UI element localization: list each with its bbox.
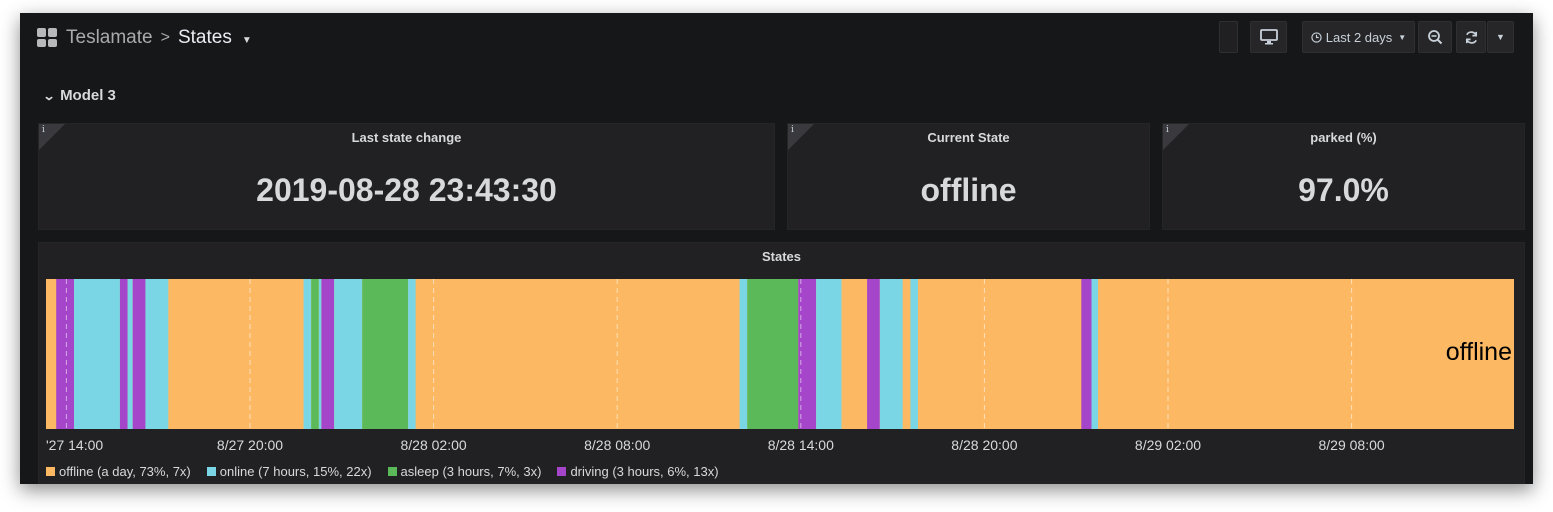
stat-value: 2019-08-28 23:43:30 (256, 172, 557, 208)
chart-legend: offline (a day, 73%, 7x) online (7 hours,… (46, 464, 719, 479)
panel-title[interactable]: States (39, 249, 1524, 264)
legend-label: online (7 hours, 15%, 22x) (219, 464, 372, 479)
state-segment-driving[interactable] (867, 279, 880, 429)
x-tick-label: 8/28 08:00 (584, 437, 651, 453)
legend-swatch (206, 467, 216, 476)
tv-mode-button[interactable] (1250, 21, 1287, 53)
state-segment-offline[interactable] (46, 279, 57, 429)
legend-item[interactable]: asleep (3 hours, 7%, 3x) (387, 464, 542, 479)
state-segment-online[interactable] (879, 279, 903, 429)
dashboard-title[interactable]: States (178, 27, 232, 49)
state-segment-online[interactable] (408, 279, 416, 429)
breadcrumb: Teslamate > States ▼ (66, 27, 252, 49)
state-segment-offline[interactable] (918, 279, 1082, 429)
panel-last-state-change: i Last state change 2019-08-28 23:43:30 (38, 123, 775, 230)
dashboard-window: Teslamate > States ▼ Last 2 days ▼ ▼ ⌄ M… (20, 13, 1533, 484)
state-segment-driving[interactable] (119, 279, 128, 429)
x-tick-label: 8/29 08:00 (1318, 437, 1385, 453)
legend-swatch (557, 467, 567, 476)
x-tick-label: '27 14:00 (46, 437, 104, 453)
breadcrumb-separator: > (160, 29, 170, 46)
legend-item[interactable]: online (7 hours, 15%, 22x) (206, 464, 372, 479)
state-segment-online[interactable] (739, 279, 748, 429)
state-segment-online[interactable] (1091, 279, 1099, 429)
state-segment-online[interactable] (334, 279, 363, 429)
caret-down-icon: ▼ (1398, 32, 1407, 42)
panel-title[interactable]: Last state change (39, 130, 774, 145)
state-segment-online[interactable] (816, 279, 842, 429)
chevron-down-icon: ▼ (1496, 32, 1505, 42)
monitor-icon (1259, 29, 1278, 45)
x-tick-label: 8/29 02:00 (1134, 437, 1202, 453)
x-axis: '27 14:00 8/27 20:00 8/28 02:00 8/28 08:00 8… (46, 437, 1514, 455)
legend-label: asleep (3 hours, 7%, 3x) (400, 464, 542, 479)
toolbar-spacer-button[interactable] (1219, 21, 1238, 53)
time-range-label: Last 2 days (1325, 29, 1393, 45)
legend-item[interactable]: driving (3 hours, 6%, 13x) (557, 464, 719, 479)
panel-title[interactable]: Current State (788, 130, 1149, 145)
panel-title[interactable]: parked (%) (1163, 130, 1524, 145)
x-tick-label: 8/28 20:00 (951, 437, 1018, 453)
breadcrumb-parent[interactable]: Teslamate (66, 27, 153, 49)
state-segment-asleep[interactable] (747, 279, 799, 429)
state-segment-online[interactable] (127, 279, 133, 429)
time-range-picker[interactable]: Last 2 days ▼ (1302, 21, 1415, 53)
refresh-button[interactable] (1456, 21, 1486, 53)
state-segment-driving[interactable] (132, 279, 146, 429)
state-segment-offline[interactable] (902, 279, 911, 429)
state-segment-driving[interactable] (1081, 279, 1092, 429)
state-segment-online[interactable] (910, 279, 919, 429)
state-segment-asleep[interactable] (362, 279, 409, 429)
dashboards-grid-icon[interactable] (37, 28, 57, 47)
state-segment-asleep[interactable] (311, 279, 319, 429)
zoom-out-button[interactable] (1418, 21, 1452, 53)
current-state-label: offline (1445, 338, 1512, 366)
top-navbar: Teslamate > States ▼ Last 2 days ▼ ▼ (20, 13, 1533, 65)
chevron-down-icon: ⌄ (42, 88, 56, 103)
state-segment-online[interactable] (303, 279, 312, 429)
row-header[interactable]: ⌄ Model 3 (42, 87, 116, 104)
state-segment-offline[interactable] (415, 279, 740, 429)
timeline-svg (46, 279, 1514, 429)
panel-parked-percent: i parked (%) 97.0% (1162, 123, 1525, 230)
state-segment-driving[interactable] (56, 279, 75, 429)
legend-swatch (46, 467, 55, 476)
legend-swatch (387, 467, 397, 476)
stat-value: 97.0% (1298, 172, 1389, 208)
refresh-interval-dropdown[interactable]: ▼ (1487, 21, 1514, 53)
stat-value: offline (920, 172, 1017, 208)
state-segment-online[interactable] (318, 279, 322, 429)
row-title: Model 3 (60, 87, 116, 104)
state-segment-offline[interactable] (168, 279, 304, 429)
legend-label: offline (a day, 73%, 7x) (59, 464, 191, 479)
states-timeline-chart[interactable]: offline (46, 279, 1514, 429)
panel-current-state: i Current State offline (787, 123, 1150, 230)
state-segment-driving[interactable] (321, 279, 335, 429)
state-segment-online[interactable] (74, 279, 120, 429)
state-segment-offline[interactable] (841, 279, 868, 429)
x-tick-label: 8/28 02:00 (400, 437, 467, 453)
x-tick-label: 8/28 14:00 (767, 437, 834, 453)
caret-down-icon[interactable]: ▼ (242, 35, 252, 46)
x-tick-label: 8/27 20:00 (216, 437, 284, 453)
legend-label: driving (3 hours, 6%, 13x) (570, 464, 719, 479)
refresh-icon (1465, 30, 1477, 44)
legend-item[interactable]: offline (a day, 73%, 7x) (46, 464, 191, 479)
clock-icon (1311, 31, 1322, 43)
state-segment-online[interactable] (145, 279, 169, 429)
zoom-out-icon (1428, 30, 1443, 45)
